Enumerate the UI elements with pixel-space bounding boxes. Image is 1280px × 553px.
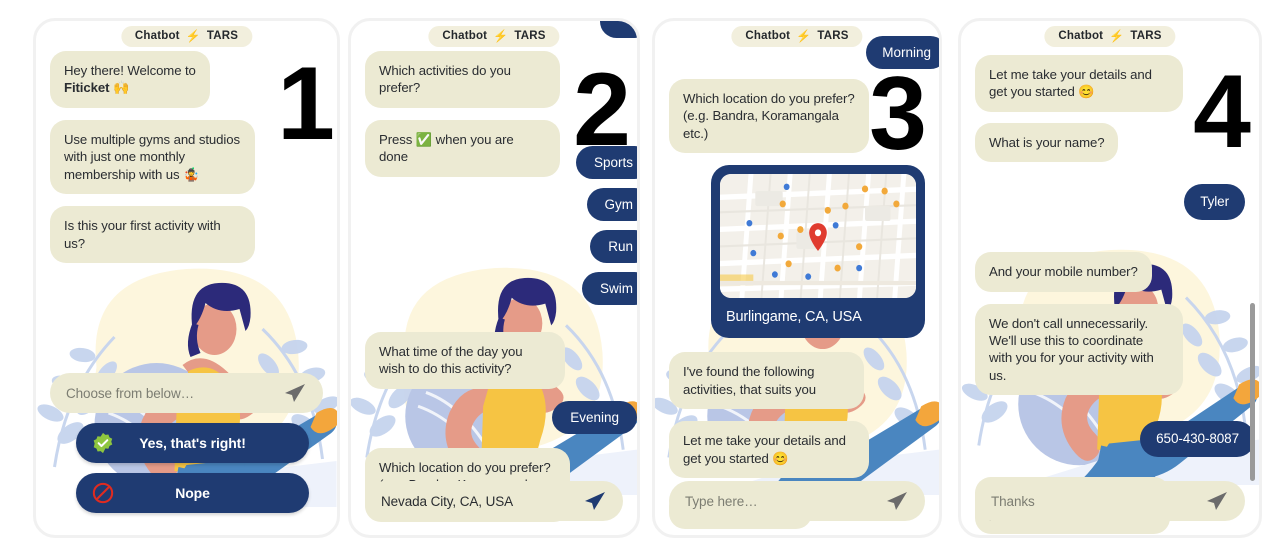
brand-product: TARS [817, 30, 849, 42]
chat-panel-step-3: Chatbot ⚡ TARS Morning 3 Which location … [652, 18, 942, 538]
activity-option-pills[interactable]: Sports Gym Run Swim [575, 146, 637, 305]
brand-badge: Chatbot ⚡ TARS [731, 26, 863, 47]
brand-product: TARS [206, 30, 239, 42]
bot-message-bubble: Use multiple gyms and studios with just … [50, 119, 255, 195]
raising-hands-emoji: 🙌 [112, 80, 130, 96]
bot-message-bubble: Which location do you prefer? (e.g. Band… [669, 79, 869, 154]
send-plane-icon[interactable] [1205, 490, 1229, 512]
bot-message-bubble: Which activities do you prefer? [365, 51, 560, 108]
message-text: Hey there! Welcome to [64, 63, 196, 78]
scrolled-off-pill[interactable] [600, 21, 637, 38]
bot-message-bubble: And your mobile number? [975, 252, 1152, 292]
brand-name: Chatbot [134, 30, 180, 42]
message-composer[interactable]: Type here… [669, 481, 925, 521]
bot-message-bubble: What time of the day you wish to do this… [365, 332, 565, 389]
step-number: 1 [277, 46, 335, 162]
chat-panel-step-1: Chatbot ⚡ TARS 1 Hey there! Welcome to F… [33, 18, 340, 538]
step-number: 2 [573, 52, 631, 168]
bot-message-bubble: Let me take your details and get you sta… [975, 55, 1183, 112]
bot-message-bubble: I've found the following activities, tha… [669, 352, 864, 410]
bot-message-bubble: Press ✅ when you are done [365, 119, 560, 177]
activity-pill-swim[interactable]: Swim [582, 272, 637, 305]
choice-no-button[interactable]: Nope [76, 473, 309, 513]
lightning-bolt-icon: ⚡ [1109, 29, 1125, 43]
step-number: 3 [869, 56, 927, 172]
choice-yes-button[interactable]: Yes, that's right! [76, 423, 309, 463]
brand-name: Chatbot [442, 30, 488, 42]
time-pill-morning[interactable]: Morning [866, 36, 939, 69]
composer-placeholder[interactable]: Choose from below… [66, 386, 283, 401]
brand-name: Chatbot [745, 30, 791, 42]
brand-badge: Chatbot ⚡ TARS [120, 26, 253, 47]
map-image[interactable] [720, 174, 916, 299]
activity-pill-run[interactable]: Run [590, 230, 637, 263]
chat-panel-step-2: Chatbot ⚡ TARS 2 Which activities do you… [348, 18, 640, 538]
send-plane-icon[interactable] [885, 490, 909, 512]
vertical-scrollbar[interactable] [1250, 303, 1255, 481]
lightning-bolt-icon: ⚡ [493, 29, 509, 43]
bot-message-bubble: We don't call unnecessarily. We'll use t… [975, 303, 1183, 396]
composer-value[interactable]: Nevada City, CA, USA [381, 494, 583, 509]
lightning-bolt-icon: ⚡ [185, 29, 201, 43]
bot-message-bubble: Let me take your details and get you sta… [669, 421, 869, 478]
chat-panel-step-4: Chatbot ⚡ TARS 4 Let me take your detail… [958, 18, 1262, 538]
user-message-bubble: Tyler [1184, 184, 1245, 221]
green-check-badge-icon [93, 432, 113, 454]
brand-badge: Chatbot ⚡ TARS [1044, 26, 1176, 47]
red-no-entry-icon [92, 482, 114, 504]
brand-name: Chatbot [1058, 30, 1104, 42]
send-plane-icon[interactable] [583, 490, 607, 512]
brand-product: TARS [1130, 30, 1162, 42]
send-plane-icon[interactable] [283, 382, 307, 404]
location-map-card[interactable]: Burlingame, CA, USA [711, 165, 925, 339]
bot-message-bubble: What is your name? [975, 122, 1119, 163]
brand-product: TARS [514, 30, 546, 42]
composer-placeholder[interactable]: Type here… [685, 494, 885, 509]
quick-reply-buttons[interactable]: Yes, that's right! Nope [76, 423, 309, 513]
user-message-bubble: 650-430-8087 [1140, 421, 1255, 457]
message-composer[interactable]: Nevada City, CA, USA [365, 481, 623, 521]
chatbot-flow-screenshot: Chatbot ⚡ TARS 1 Hey there! Welcome to F… [0, 0, 1280, 553]
message-composer[interactable]: Thanks [975, 481, 1245, 521]
bot-message-bubble: Hey there! Welcome to Fiticket 🙌 [50, 51, 210, 108]
message-bold-text: Fiticket [64, 80, 110, 96]
composer-placeholder[interactable]: Thanks [991, 494, 1205, 509]
step-number: 4 [1193, 54, 1251, 170]
bot-message-bubble: Is this your first activity with us? [50, 206, 255, 263]
lightning-bolt-icon: ⚡ [796, 29, 812, 43]
time-pill-evening[interactable]: Evening [552, 400, 637, 434]
map-caption: Burlingame, CA, USA [726, 309, 862, 326]
brand-badge: Chatbot ⚡ TARS [428, 26, 560, 47]
message-composer[interactable]: Choose from below… [50, 373, 323, 413]
activity-pill-sports[interactable]: Sports [575, 146, 637, 179]
activity-pill-gym[interactable]: Gym [586, 188, 637, 221]
